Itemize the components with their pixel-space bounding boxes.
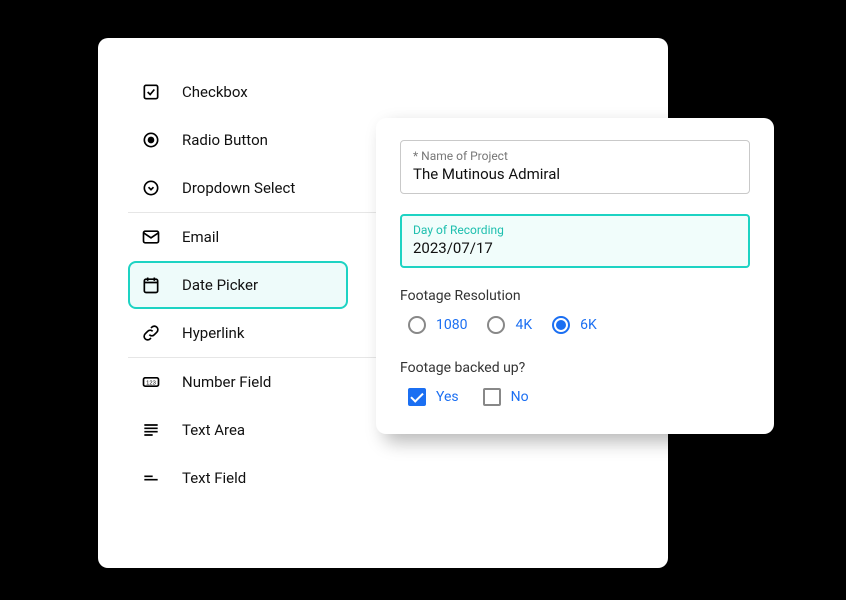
backup-options: Yes No bbox=[400, 388, 750, 406]
sidebar-item-number[interactable]: 123 Number Field bbox=[128, 358, 348, 406]
radio-1080[interactable] bbox=[408, 316, 426, 334]
field-value: The Mutinous Admiral bbox=[413, 165, 737, 183]
sidebar-item-label: Dropdown Select bbox=[182, 179, 295, 197]
dropdown-icon bbox=[140, 177, 162, 199]
sidebar-item-label: Number Field bbox=[182, 373, 271, 391]
sidebar-item-label: Radio Button bbox=[182, 131, 268, 149]
sidebar-item-textfield[interactable]: Text Field bbox=[128, 454, 348, 502]
sidebar-item-label: Text Field bbox=[182, 469, 246, 487]
sidebar-item-label: Hyperlink bbox=[182, 324, 244, 342]
recording-date-field[interactable]: Day of Recording 2023/07/17 bbox=[400, 214, 750, 268]
backup-label: Footage backed up? bbox=[400, 360, 750, 376]
resolution-label: Footage Resolution bbox=[400, 288, 750, 304]
checkbox-icon bbox=[140, 81, 162, 103]
radio-label: 1080 bbox=[436, 317, 467, 333]
check-label: Yes bbox=[436, 389, 459, 405]
sidebar-item-checkbox[interactable]: Checkbox bbox=[128, 68, 348, 116]
sidebar-item-label: Text Area bbox=[182, 421, 245, 439]
checkbox-yes[interactable] bbox=[408, 388, 426, 406]
field-value: 2023/07/17 bbox=[413, 239, 737, 257]
sidebar-item-label: Date Picker bbox=[182, 276, 258, 294]
link-icon bbox=[140, 322, 162, 344]
form-preview-panel: * Name of Project The Mutinous Admiral D… bbox=[376, 118, 774, 434]
radio-label: 6K bbox=[580, 317, 597, 333]
calendar-icon bbox=[140, 274, 162, 296]
field-label: Day of Recording bbox=[413, 223, 737, 237]
radio-icon bbox=[140, 129, 162, 151]
sidebar-item-hyperlink[interactable]: Hyperlink bbox=[128, 309, 348, 357]
email-icon bbox=[140, 226, 162, 248]
project-name-field[interactable]: * Name of Project The Mutinous Admiral bbox=[400, 140, 750, 194]
check-label: No bbox=[511, 389, 529, 405]
svg-text:123: 123 bbox=[146, 381, 156, 387]
sidebar-item-label: Checkbox bbox=[182, 83, 248, 101]
textfield-icon bbox=[140, 467, 162, 489]
radio-6k[interactable] bbox=[552, 316, 570, 334]
radio-label: 4K bbox=[515, 317, 532, 333]
sidebar-item-dropdown[interactable]: Dropdown Select bbox=[128, 164, 348, 212]
radio-4k[interactable] bbox=[487, 316, 505, 334]
checkbox-no[interactable] bbox=[483, 388, 501, 406]
sidebar-item-email[interactable]: Email bbox=[128, 213, 348, 261]
sidebar-item-label: Email bbox=[182, 228, 219, 246]
textarea-icon bbox=[140, 419, 162, 441]
number-icon: 123 bbox=[140, 371, 162, 393]
resolution-options: 1080 4K 6K bbox=[400, 316, 750, 334]
sidebar-item-radio[interactable]: Radio Button bbox=[128, 116, 348, 164]
sidebar-item-textarea[interactable]: Text Area bbox=[128, 406, 348, 454]
field-label: * Name of Project bbox=[413, 149, 737, 163]
sidebar-item-date[interactable]: Date Picker bbox=[128, 261, 348, 309]
